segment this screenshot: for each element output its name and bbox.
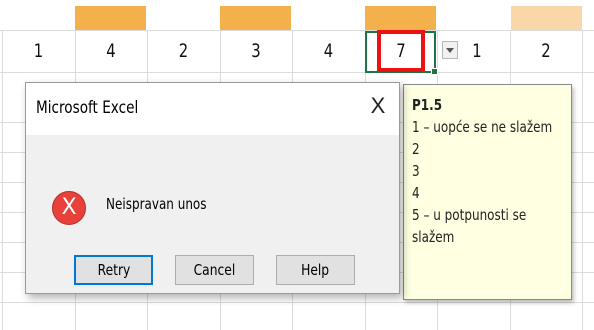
cell-value[interactable]: 1 [10, 30, 67, 72]
highlight-box [377, 30, 425, 72]
retry-button-label: Retry [97, 261, 130, 279]
help-button[interactable]: Help [276, 255, 355, 285]
cell-value[interactable]: 2 [518, 30, 574, 72]
tooltip-line: 4 [412, 184, 420, 202]
cell-value[interactable]: 1 [461, 30, 492, 72]
dialog-title: Microsoft Excel [36, 98, 139, 118]
header-bar [75, 6, 146, 30]
dialog-titlebar[interactable]: Microsoft Excel X [26, 83, 399, 135]
close-button[interactable]: X [363, 91, 393, 121]
header-bar [511, 6, 582, 30]
error-message: Neispravan unos [106, 195, 207, 213]
cancel-button-label: Cancel [193, 261, 236, 279]
header-bar [220, 6, 291, 30]
help-button-label: Help [301, 261, 330, 279]
header-bar [365, 6, 436, 30]
tooltip-line: 2 [412, 140, 420, 158]
tooltip-line: 3 [412, 162, 420, 180]
error-dialog: Microsoft Excel X X Neispravan unos Retr… [25, 82, 400, 294]
retry-button[interactable]: Retry [74, 255, 153, 285]
cell-value[interactable]: 4 [300, 30, 357, 72]
input-message-tooltip: P1.5 1 – uopće se ne slažem 2 3 4 5 – u … [403, 84, 572, 300]
chevron-down-icon[interactable] [442, 41, 458, 59]
cell-value[interactable]: 2 [155, 30, 212, 72]
cell-value[interactable]: 4 [83, 30, 139, 72]
tooltip-line: slažem [412, 228, 455, 246]
tooltip-line: 5 – u potpunosti se [412, 206, 527, 224]
fill-handle[interactable] [431, 68, 438, 75]
error-icon: X [52, 191, 86, 225]
cancel-button[interactable]: Cancel [175, 255, 254, 285]
tooltip-line: 1 – uopće se ne slažem [412, 118, 553, 136]
cell-value[interactable]: 3 [228, 30, 284, 72]
tooltip-title: P1.5 [412, 96, 443, 114]
